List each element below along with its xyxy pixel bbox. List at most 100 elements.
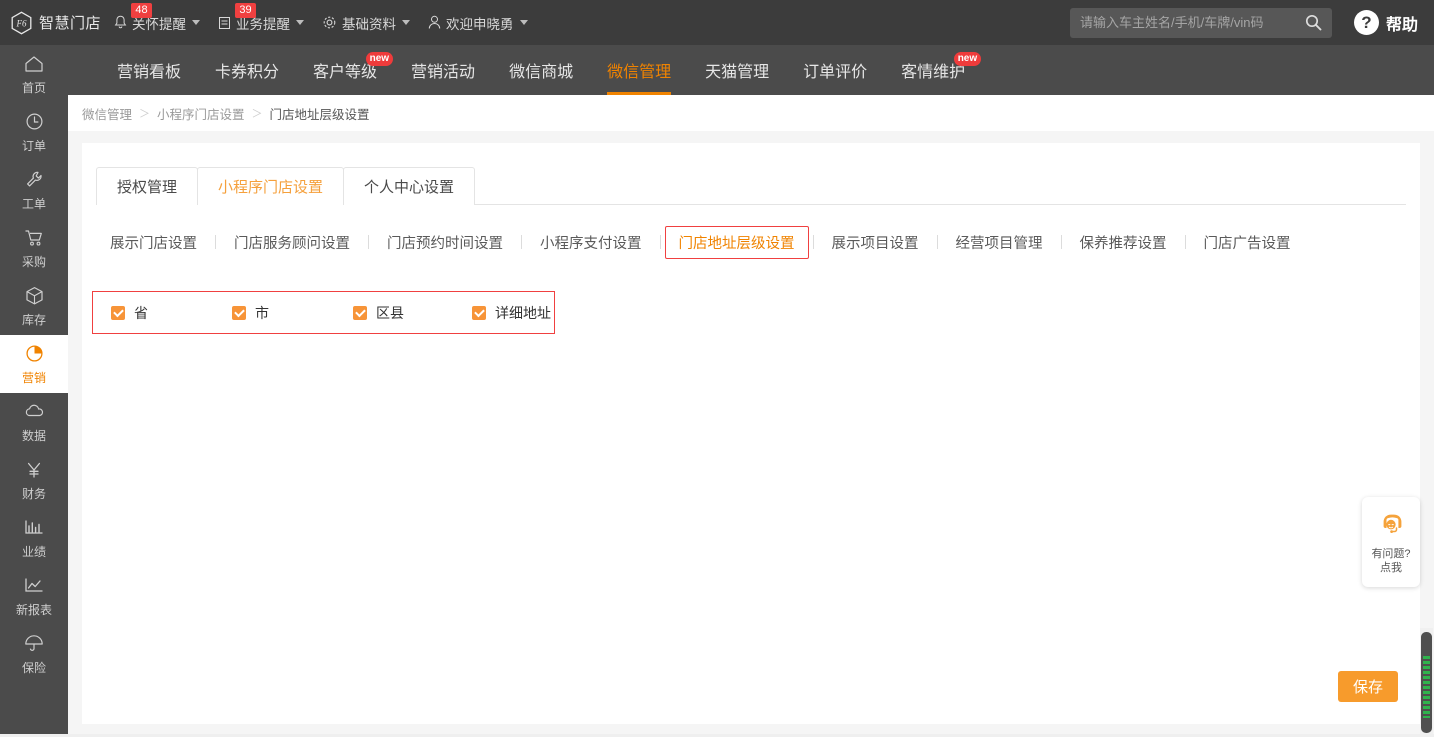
nav-tab-wechat-management[interactable]: 微信管理 [590,45,688,95]
topbar-menu-label: 欢迎申晓勇 [446,16,514,32]
topbar-menu-label: 基础资料 [342,16,396,32]
document-icon [218,16,231,30]
subtab-store-ad-settings[interactable]: 门店广告设置 [1190,227,1305,258]
bell-icon [114,15,127,30]
topbar-menu-user[interactable]: 欢迎申晓勇 [419,0,537,45]
sidebar-item-label: 工单 [21,196,46,211]
save-button[interactable]: 保存 [1338,671,1398,702]
subtab-divider [1184,235,1186,249]
breadcrumb-item[interactable]: 微信管理 [82,104,132,123]
help-label: 帮助 [1385,16,1418,34]
topbar-menu-business-reminder[interactable]: 业务提醒 39 [209,0,313,45]
question-circle-icon: ? [1353,10,1379,35]
pie-chart-icon [25,343,44,365]
support-widget-line1: 有问题? [1371,547,1411,560]
subtab-store-appointment-time-settings[interactable]: 门店预约时间设置 [373,227,517,258]
subtab-divider [936,235,938,249]
business-reminder-badge: 39 [235,3,256,18]
breadcrumb-separator-icon: ＞ [139,108,151,120]
headset-support-icon [1377,510,1405,543]
user-icon [428,15,441,30]
checkbox-checked-icon[interactable] [472,305,486,320]
checkbox-checked-icon[interactable] [232,305,246,320]
settings-panel: 授权管理 小程序门店设置 个人中心设置 展示门店设置 门店服务顾问设置 门店预约… [82,143,1420,724]
sidebar-item-label: 库存 [21,312,46,327]
sidebar-item-inventory[interactable]: 库存 [0,277,68,335]
brand-logo[interactable]: F6 智慧门店 [0,11,105,35]
subtab-divider [521,235,522,249]
brand-name: 智慧门店 [39,15,102,32]
checkbox-city[interactable]: 市 [232,303,353,323]
nav-tab-label: 订单评价 [803,64,868,81]
sidebar-item-data[interactable]: 数据 [0,393,68,451]
sidebar-item-home[interactable]: 首页 [0,45,68,103]
search-icon[interactable] [1305,14,1322,31]
tab-miniprogram-store-settings[interactable]: 小程序门店设置 [197,167,345,205]
checkbox-label: 详细地址 [495,304,551,321]
nav-tab-wechat-mall[interactable]: 微信商城 [492,45,590,95]
sidebar-item-new-report[interactable]: 新报表 [0,567,68,625]
subtab-divider [659,235,661,249]
top-menu-group: 关怀提醒 48 业务提醒 39 基础资料 欢迎申晓勇 [105,0,537,45]
umbrella-icon [24,633,44,655]
checkbox-province[interactable]: 省 [111,303,232,323]
scrollbar-thumb-stripes [1423,656,1430,718]
chevron-down-icon [296,20,304,25]
nav-tab-customer-care[interactable]: 客情维护 new [884,45,982,95]
sidebar-item-marketing[interactable]: 营销 [0,335,68,393]
wrench-icon [25,169,44,191]
checkbox-checked-icon[interactable] [353,305,367,320]
sidebar-item-label: 订单 [21,138,46,153]
sidebar-item-label: 首页 [21,80,46,95]
sidebar-item-performance[interactable]: 业绩 [0,509,68,567]
subtab-store-advisor-settings[interactable]: 门店服务顾问设置 [220,227,364,258]
yen-icon [25,459,43,481]
tab-authorization-management[interactable]: 授权管理 [96,167,199,205]
nav-tab-marketing-activity[interactable]: 营销活动 [394,45,492,95]
sidebar-item-finance[interactable]: 财务 [0,451,68,509]
sidebar-item-work-orders[interactable]: 工单 [0,161,68,219]
subtab-business-project-management[interactable]: 经营项目管理 [942,227,1057,258]
sub-tabs: 展示门店设置 门店服务顾问设置 门店预约时间设置 小程序支付设置 门店地址层级设… [96,225,1420,259]
search-input[interactable] [1069,7,1332,38]
breadcrumb-separator-icon: ＞ [251,108,263,120]
breadcrumb-item[interactable]: 小程序门店设置 [157,104,245,123]
sidebar-item-insurance[interactable]: 保险 [0,625,68,683]
nav-tab-order-review[interactable]: 订单评价 [786,45,884,95]
box-icon [25,285,44,307]
support-widget[interactable]: 有问题? 点我 [1362,497,1420,587]
help-button[interactable]: ? 帮助 [1353,10,1418,35]
checkbox-checked-icon[interactable] [111,305,125,320]
chevron-down-icon [192,20,200,25]
checkbox-label: 市 [255,304,269,321]
tab-personal-center-settings[interactable]: 个人中心设置 [343,167,476,205]
subtab-display-project-settings[interactable]: 展示项目设置 [818,227,933,258]
sidebar-item-orders[interactable]: 订单 [0,103,68,161]
subtab-maintenance-recommendation-settings[interactable]: 保养推荐设置 [1066,227,1181,258]
topbar-menu-basic-data[interactable]: 基础资料 [313,0,419,45]
nav-tab-marketing-board[interactable]: 营销看板 [100,45,198,95]
svg-text:F6: F6 [16,18,27,28]
nav-tab-tmall-management[interactable]: 天猫管理 [688,45,786,95]
subtab-divider [368,235,369,249]
sidebar-item-purchase[interactable]: 采购 [0,219,68,277]
clock-icon [25,111,44,133]
breadcrumb-item-current: 门店地址层级设置 [269,107,370,122]
page-scrollbar[interactable] [1420,628,1433,737]
checkbox-label: 省 [134,304,148,321]
subtab-divider [1060,235,1062,249]
scrollbar-thumb[interactable] [1421,632,1432,733]
subtab-miniprogram-payment-settings[interactable]: 小程序支付设置 [526,227,656,258]
subtab-display-store-settings[interactable]: 展示门店设置 [96,227,211,258]
global-search[interactable] [1069,7,1332,38]
sidebar-item-label: 财务 [21,486,46,501]
topbar-menu-care-reminder[interactable]: 关怀提醒 48 [105,0,209,45]
nav-tab-label: 营销看板 [117,64,182,81]
chevron-down-icon [519,20,528,25]
nav-tab-customer-level[interactable]: 客户等级 new [296,45,394,95]
sidebar-item-label: 保险 [21,660,46,675]
subtab-store-address-level-settings[interactable]: 门店地址层级设置 [664,225,809,259]
checkbox-district[interactable]: 区县 [353,303,472,323]
checkbox-detailed-address[interactable]: 详细地址 [472,303,551,323]
nav-tab-coupon-points[interactable]: 卡券积分 [198,45,296,95]
